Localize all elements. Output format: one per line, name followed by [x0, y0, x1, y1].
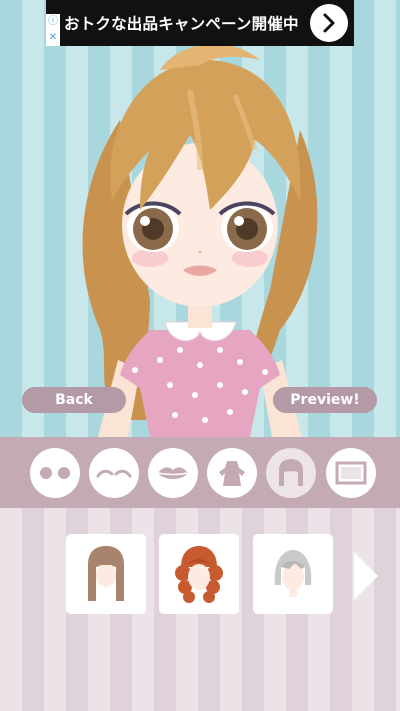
red-curly-hair-icon: [175, 546, 223, 603]
ad-text[interactable]: おトクな出品キャンペーン開催中: [64, 12, 299, 34]
eyebrows-icon: [96, 469, 132, 478]
avatar-stage: [0, 0, 400, 437]
category-lips[interactable]: [148, 448, 198, 498]
category-eyes[interactable]: [30, 448, 80, 498]
hair-item-brown-straight[interactable]: [66, 534, 146, 614]
eyes-icon: [40, 467, 70, 479]
ad-info-panel[interactable]: ⓘ ✕: [46, 14, 60, 46]
silver-short-hair-icon: [274, 550, 312, 597]
close-icon[interactable]: ✕: [49, 33, 57, 43]
category-dress[interactable]: [207, 448, 257, 498]
info-icon[interactable]: ⓘ: [48, 17, 58, 27]
hair-icon: [279, 459, 303, 486]
category-background[interactable]: [326, 448, 376, 498]
brown-straight-hair-icon: [88, 546, 124, 601]
dress-icon: [219, 461, 245, 486]
chevron-right-icon[interactable]: [310, 4, 348, 42]
background-frame-icon: [335, 461, 367, 485]
item-panel: [0, 508, 400, 711]
hair-item-red-curly[interactable]: [159, 534, 239, 614]
category-bar: [0, 437, 400, 508]
category-hair[interactable]: [266, 448, 316, 498]
hair-item-silver-short[interactable]: [253, 534, 333, 614]
category-eyebrows[interactable]: [89, 448, 139, 498]
ad-banner[interactable]: ⓘ ✕ おトクな出品キャンペーン開催中: [46, 0, 354, 46]
next-arrow-icon[interactable]: [352, 550, 380, 606]
back-button[interactable]: Back: [22, 387, 126, 413]
preview-button[interactable]: Preview!: [273, 387, 377, 413]
avatar-character: [82, 43, 318, 437]
lips-icon: [157, 467, 189, 479]
